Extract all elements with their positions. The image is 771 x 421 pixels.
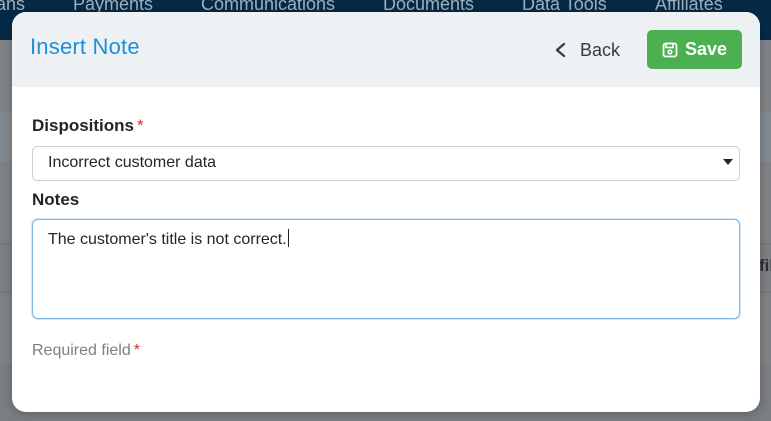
required-field-note: Required field * [32,342,140,360]
required-field-text: Required field [32,342,131,359]
dispositions-select[interactable]: Incorrect customer data [32,146,740,181]
back-button[interactable]: Back [550,36,620,64]
back-button-label: Back [580,39,621,60]
save-button-label: Save [684,39,728,59]
insert-note-modal: Insert Note Back Save Dispositions * Inc… [12,12,760,412]
notes-text: The customer's title is not correct. [48,231,287,248]
notes-label: Notes [32,190,80,209]
dispositions-selected-value: Incorrect customer data [48,154,217,171]
required-field-star: * [133,342,140,359]
notes-textarea[interactable]: The customer's title is not correct. [32,219,740,319]
dispositions-label: Dispositions * [32,116,144,136]
modal-title: Insert Note [30,34,140,59]
notes-text-wrapper: The customer's title is not correct. [48,229,289,249]
text-cursor [287,229,289,247]
floppy-disk-icon [662,42,678,58]
caret-down-icon [723,159,733,165]
background-edge-text: fil [759,256,771,275]
required-star: * [137,116,144,135]
save-button[interactable]: Save [647,30,742,69]
dispositions-label-text: Dispositions [32,116,135,135]
chevron-left-icon [550,39,572,61]
modal-header: Insert Note Back Save [12,12,760,87]
